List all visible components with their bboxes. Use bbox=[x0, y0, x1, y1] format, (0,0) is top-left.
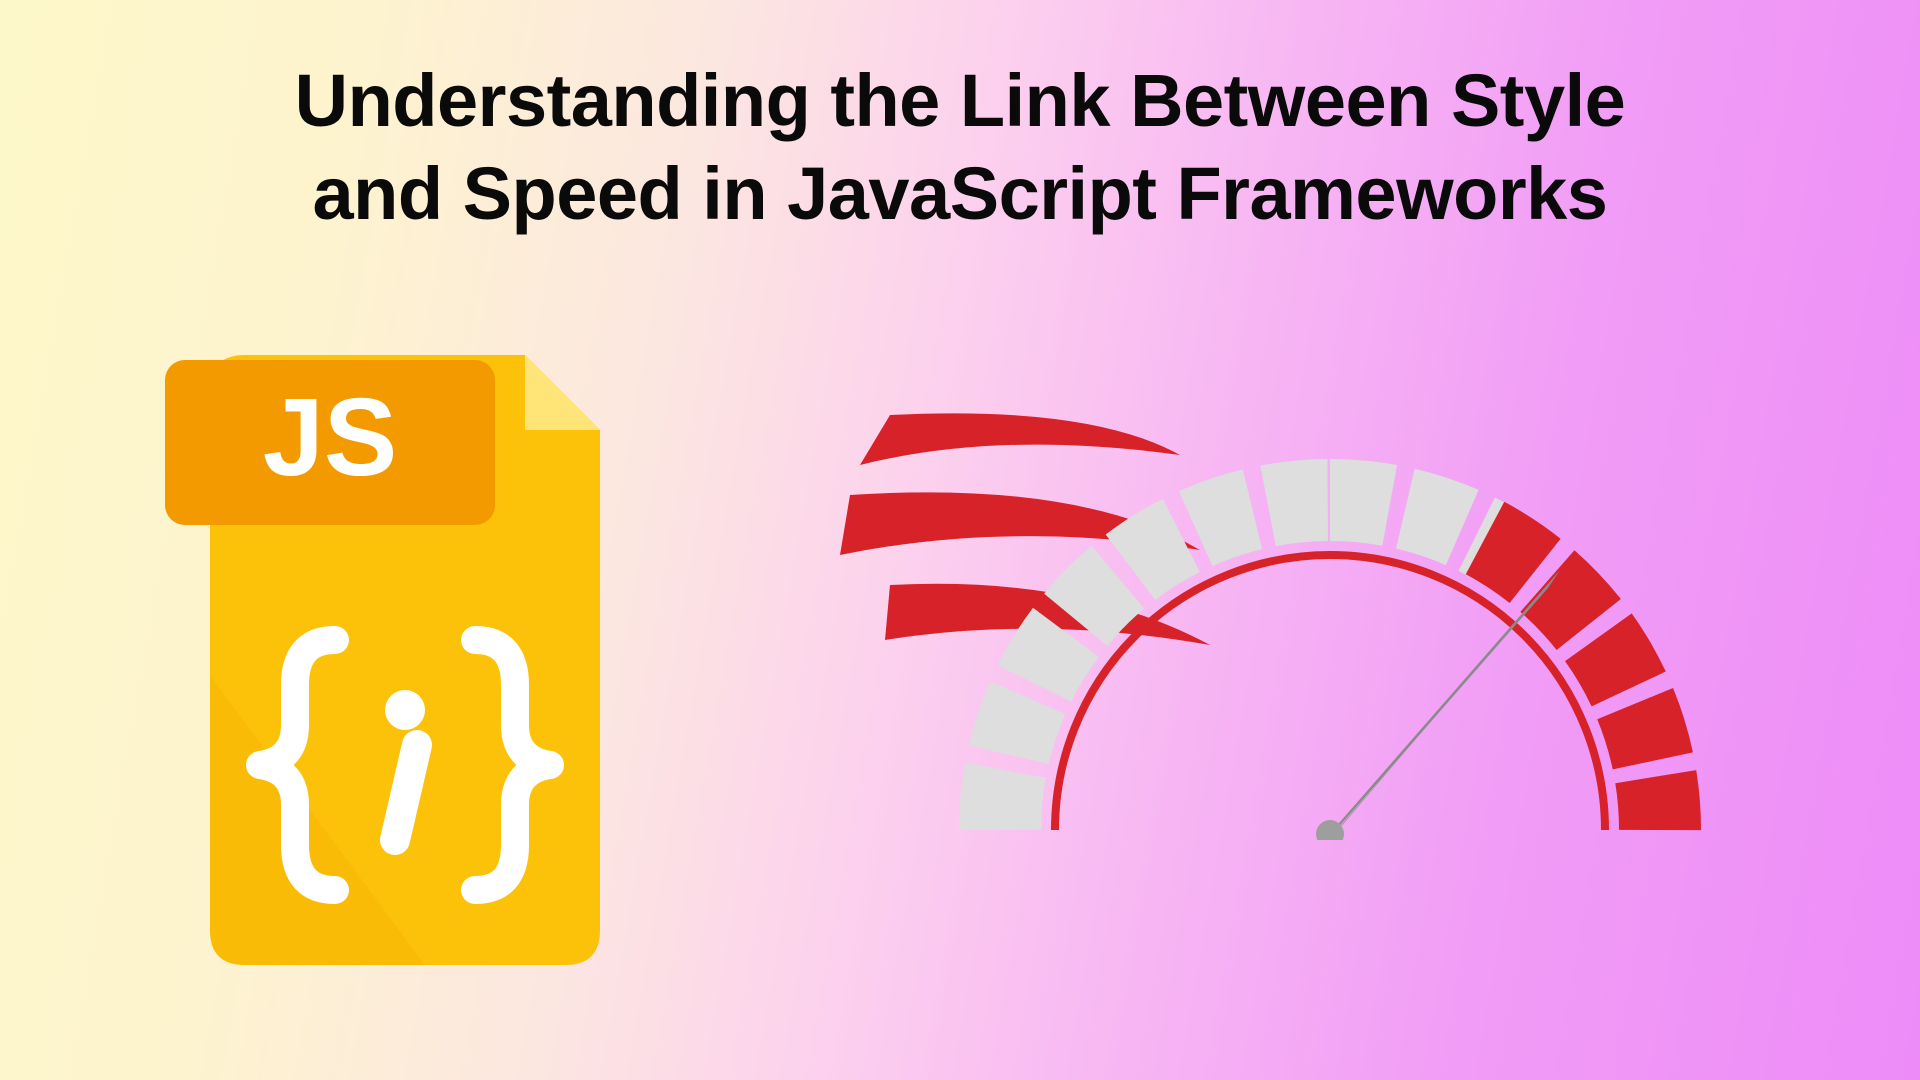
title-line-2: and Speed in JavaScript Frameworks bbox=[313, 152, 1608, 235]
title-line-1: Understanding the Link Between Style bbox=[295, 59, 1626, 142]
speedometer-icon bbox=[830, 360, 1730, 960]
javascript-file-icon: JS bbox=[155, 355, 655, 975]
page-title: Understanding the Link Between Style and… bbox=[0, 55, 1920, 240]
js-label-text: JS bbox=[263, 376, 398, 499]
